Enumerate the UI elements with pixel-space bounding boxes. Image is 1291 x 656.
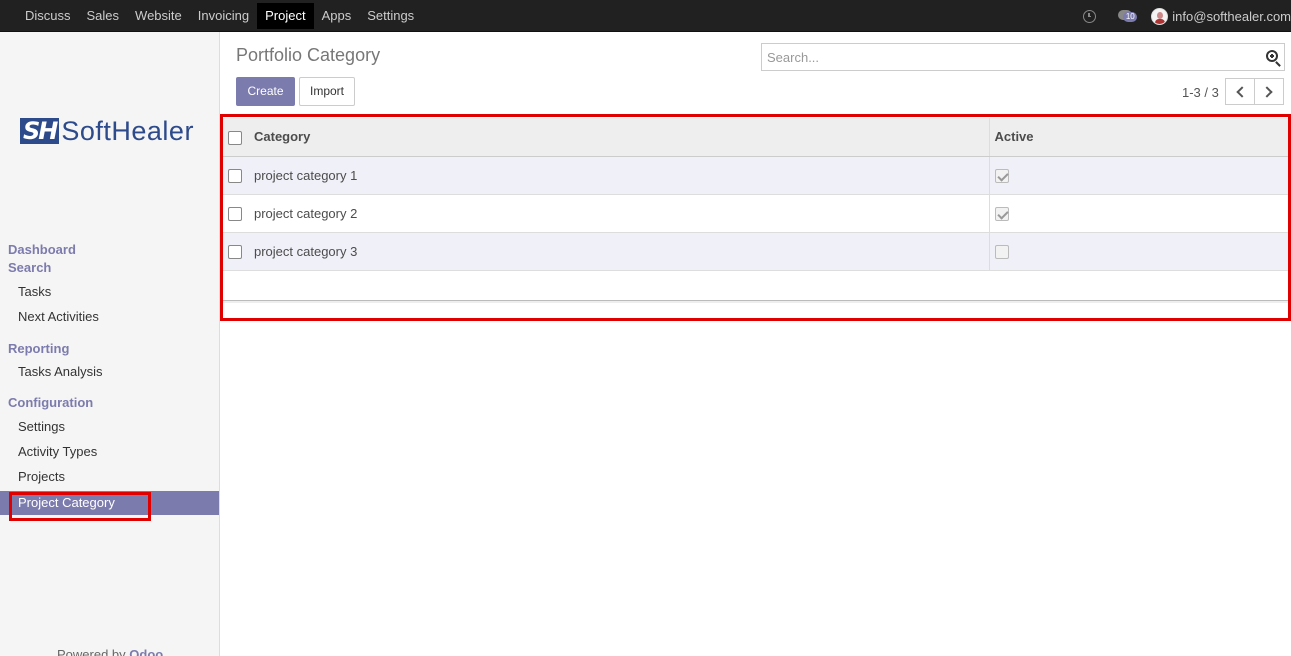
app-menu: Discuss Sales Website Invoicing Project … — [17, 3, 422, 29]
pager-previous-button[interactable] — [1225, 78, 1255, 105]
select-all-checkbox[interactable] — [228, 130, 242, 145]
sidebar-item-tasks[interactable]: Tasks — [0, 280, 219, 304]
table-row[interactable]: project category 2 — [222, 193, 1291, 232]
user-avatar[interactable] — [1151, 7, 1169, 25]
powered-by: Powered by Odoo — [57, 647, 163, 656]
messages-icon[interactable]: 10 — [1118, 10, 1138, 22]
category-cell[interactable]: project category 3 — [249, 231, 990, 270]
user-menu[interactable]: info@softhealer.com — [1172, 9, 1291, 24]
select-all-cell — [222, 118, 249, 157]
company-logo: SH SoftHealer — [20, 116, 194, 146]
sidebar: SH SoftHealer Dashboard Search Tasks Nex… — [0, 32, 220, 656]
sidebar-item-project-category[interactable]: Project Category — [0, 491, 219, 515]
footer-cell — [989, 300, 1291, 303]
table-row[interactable]: project category 3 — [222, 231, 1291, 270]
nav-invoicing[interactable]: Invoicing — [190, 3, 257, 29]
activity-clock-icon[interactable] — [1083, 9, 1097, 23]
nav-sales[interactable]: Sales — [79, 3, 128, 29]
category-cell[interactable]: project category 1 — [249, 155, 990, 194]
column-header-active[interactable]: Active — [989, 118, 1291, 157]
powered-by-prefix: Powered by — [57, 647, 130, 656]
empty-cell — [989, 269, 1291, 301]
systray: 10 info@softhealer.com — [1083, 0, 1291, 32]
section-reporting[interactable]: Reporting — [8, 341, 69, 356]
logo-text: SoftHealer — [61, 115, 194, 146]
footer-cell — [222, 300, 249, 303]
chevron-right-icon — [1261, 86, 1273, 98]
active-checkbox — [994, 206, 1009, 221]
active-cell — [989, 155, 1291, 194]
section-search[interactable]: Search — [8, 260, 51, 275]
active-checkbox — [994, 244, 1009, 259]
row-select-cell — [222, 231, 249, 270]
create-button[interactable]: Create — [236, 77, 295, 106]
sidebar-item-tasks-analysis[interactable]: Tasks Analysis — [0, 360, 219, 384]
sidebar-item-projects[interactable]: Projects — [0, 465, 219, 489]
search-toggle-icon[interactable] — [1266, 50, 1278, 62]
category-list-table: Category Active project category 1 proje… — [222, 118, 1291, 303]
section-dashboard[interactable]: Dashboard — [8, 242, 76, 257]
search-bar — [761, 43, 1285, 71]
sidebar-item-activity-types[interactable]: Activity Types — [0, 440, 219, 464]
row-select-cell — [222, 193, 249, 232]
message-count-badge: 10 — [1123, 12, 1138, 22]
empty-cell — [222, 269, 249, 301]
table-footer — [222, 300, 1291, 303]
active-cell — [989, 231, 1291, 270]
row-checkbox[interactable] — [228, 244, 242, 259]
row-select-cell — [222, 155, 249, 194]
section-configuration[interactable]: Configuration — [8, 395, 93, 410]
chevron-left-icon — [1236, 86, 1248, 98]
odoo-link[interactable]: Odoo — [129, 647, 163, 656]
nav-apps[interactable]: Apps — [314, 3, 360, 29]
pager-value[interactable]: 1-3 / 3 — [1182, 85, 1219, 100]
row-checkbox[interactable] — [228, 168, 242, 183]
sidebar-item-next-activities[interactable]: Next Activities — [0, 305, 219, 329]
row-checkbox[interactable] — [228, 206, 242, 221]
active-cell — [989, 193, 1291, 232]
column-header-category[interactable]: Category — [249, 118, 990, 157]
nav-discuss[interactable]: Discuss — [17, 3, 79, 29]
category-cell[interactable]: project category 2 — [249, 193, 990, 232]
nav-settings[interactable]: Settings — [359, 3, 422, 29]
sidebar-item-settings[interactable]: Settings — [0, 415, 219, 439]
search-input[interactable] — [762, 44, 1252, 70]
plus-v — [1271, 54, 1273, 58]
table-row[interactable]: project category 1 — [222, 155, 1291, 194]
logo-mark: SH — [20, 118, 60, 144]
empty-cell — [249, 269, 989, 301]
page-title[interactable]: Portfolio Category — [236, 45, 380, 66]
top-navbar: Discuss Sales Website Invoicing Project … — [0, 0, 1291, 32]
import-button[interactable]: Import — [299, 77, 355, 106]
nav-project[interactable]: Project — [257, 3, 314, 29]
table-header-row: Category Active — [222, 118, 1291, 157]
pager-next-button[interactable] — [1254, 78, 1284, 105]
empty-row — [222, 269, 1291, 301]
active-checkbox — [994, 168, 1009, 183]
nav-website[interactable]: Website — [127, 3, 190, 29]
footer-cell — [249, 300, 989, 303]
